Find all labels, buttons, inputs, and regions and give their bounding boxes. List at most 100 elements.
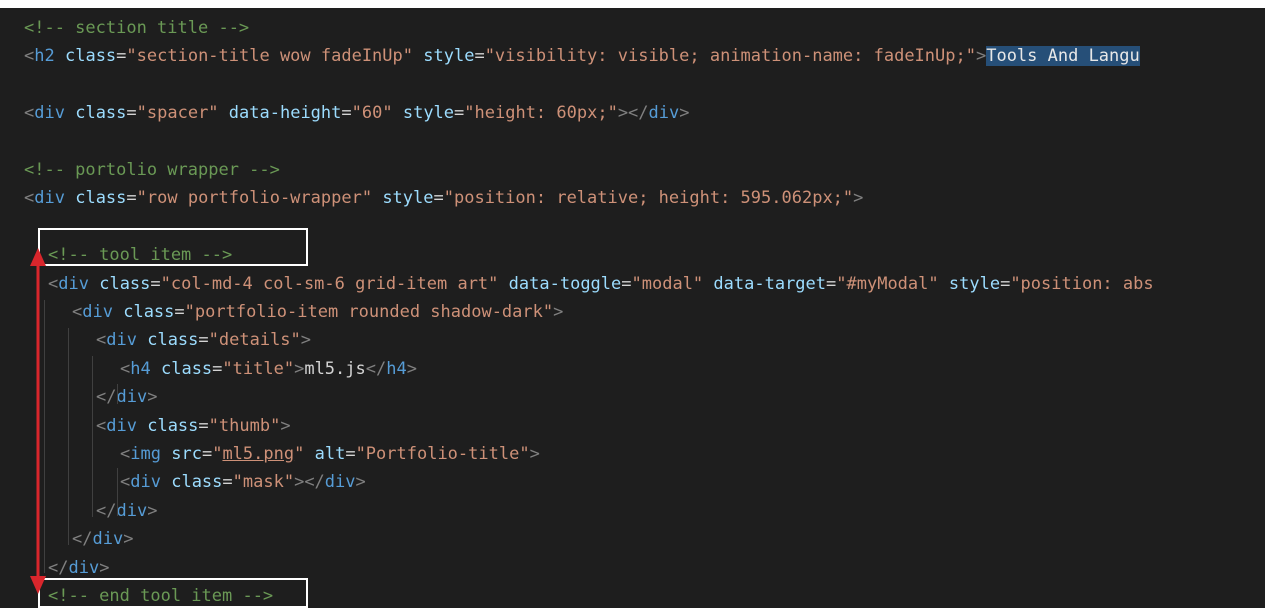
code-tag-name: h2 <box>34 46 55 67</box>
code-text: = <box>150 273 161 294</box>
code-tag-name: h4 <box>130 358 151 379</box>
code-attribute: style <box>948 273 1001 294</box>
code-line[interactable]: <img src="ml5.png" alt="Portfolio-title"… <box>0 440 1265 468</box>
code-attribute: src <box>171 444 202 464</box>
code-line[interactable]: <div class="spacer" data-height="60" sty… <box>0 99 1265 127</box>
code-tag-name: div <box>116 387 148 408</box>
code-line[interactable]: <div class="row portfolio-wrapper" style… <box>0 184 1265 212</box>
code-line[interactable]: <h2 class="section-title wow fadeInUp" s… <box>0 42 1265 70</box>
code-text: = <box>116 46 127 67</box>
code-line[interactable]: <div class="col-md-4 col-sm-6 grid-item … <box>0 270 1265 298</box>
code-string: "mask" <box>232 472 295 493</box>
code-attribute: data-toggle <box>508 273 622 294</box>
code-string: "row portfolio-wrapper" <box>136 188 373 209</box>
code-string: "portfolio-item rounded shadow-dark" <box>184 302 554 322</box>
code-attribute: style <box>423 46 475 67</box>
code-punctuation: > <box>147 387 158 408</box>
code-line[interactable]: </div> <box>0 497 1265 525</box>
code-punctuation: ></ <box>617 103 649 124</box>
code-line[interactable]: <h4 class="title">ml5.js</h4> <box>0 355 1265 383</box>
code-text: = <box>341 103 352 124</box>
code-line[interactable]: <div class="mask"></div> <box>0 468 1265 496</box>
code-text: = <box>126 103 137 124</box>
code-punctuation: > <box>853 188 864 209</box>
code-punctuation: > <box>123 529 134 550</box>
code-comment: <!-- portolio wrapper --> <box>24 160 280 180</box>
code-line[interactable]: <div class="portfolio-item rounded shado… <box>0 298 1265 326</box>
code-string: "visibility: visible; animation-name: fa… <box>484 46 976 67</box>
code-punctuation: > <box>529 444 540 464</box>
code-punctuation: < <box>72 302 83 322</box>
code-text: = <box>222 472 233 493</box>
code-comment: <!-- section title --> <box>24 18 250 38</box>
code-line[interactable]: <!-- section title --> <box>0 14 1265 42</box>
code-editor[interactable]: <!-- section title --> <h2 class="section… <box>0 8 1265 608</box>
code-tag-name: h4 <box>386 358 407 379</box>
code-tag-name: div <box>130 472 161 493</box>
code-text: = <box>198 415 209 436</box>
code-attribute: data-height <box>228 103 342 124</box>
code-attribute: class <box>123 302 175 322</box>
code-line[interactable] <box>0 71 1265 99</box>
code-line-content: <div class="spacer" data-height="60" sty… <box>24 99 690 127</box>
code-line-content: </div> <box>96 383 157 411</box>
code-string: "position: relative; height: 595.062px;" <box>443 188 854 209</box>
code-string: " <box>294 444 305 464</box>
code-string: "60" <box>351 103 393 124</box>
code-tag-name: div <box>92 529 124 550</box>
code-line-content: <div class="col-md-4 col-sm-6 grid-item … <box>48 270 1154 298</box>
code-line-content: <div class="row portfolio-wrapper" style… <box>24 184 863 212</box>
code-line[interactable]: <!-- portolio wrapper --> <box>0 156 1265 184</box>
code-punctuation: > <box>679 103 690 124</box>
code-line[interactable]: <div class="details"> <box>0 326 1265 354</box>
code-punctuation: < <box>120 472 131 493</box>
code-line-content: <h4 class="title">ml5.js</h4> <box>120 355 417 383</box>
code-tag-name: div <box>34 103 65 124</box>
code-line-content: <!-- portolio wrapper --> <box>24 156 280 184</box>
code-string: "section-title wow fadeInUp" <box>126 46 413 67</box>
code-punctuation: < <box>24 103 35 124</box>
code-line[interactable]: </div> <box>0 383 1265 411</box>
code-string: "details" <box>208 330 301 351</box>
code-attribute: class <box>147 415 199 436</box>
highlight-box-tool-item <box>38 228 308 266</box>
indent-guide <box>117 468 118 516</box>
code-string: "Portfolio-title" <box>355 444 530 464</box>
code-line-content: <!-- section title --> <box>24 14 249 42</box>
code-tag-name: div <box>68 557 100 578</box>
code-string-link: ml5.png <box>222 444 295 464</box>
code-text: = <box>474 46 485 67</box>
code-line-content: </div> <box>96 497 157 525</box>
code-text: = <box>201 444 213 464</box>
code-tag-name: div <box>324 472 356 493</box>
code-punctuation: ></ <box>294 472 325 493</box>
code-text: = <box>345 444 356 464</box>
code-line-content: </div> <box>72 525 133 553</box>
code-line[interactable]: </div> <box>0 525 1265 553</box>
code-attribute: class <box>160 358 213 379</box>
code-line-content: <img src="ml5.png" alt="Portfolio-title"… <box>120 440 540 468</box>
code-line[interactable] <box>0 128 1265 156</box>
code-text: ml5.js <box>304 358 366 379</box>
code-tag-name: img <box>130 444 161 464</box>
code-string: "height: 60px;" <box>464 103 618 124</box>
code-punctuation: < <box>48 273 59 294</box>
code-line-content: <div class="details"> <box>96 326 311 354</box>
code-line[interactable]: <div class="thumb"> <box>0 412 1265 440</box>
code-text: = <box>212 358 223 379</box>
code-text: = <box>174 302 185 322</box>
code-attribute: data-target <box>713 273 827 294</box>
code-string: "col-md-4 col-sm-6 grid-item art" <box>160 273 499 294</box>
code-string: "spacer" <box>136 103 219 124</box>
code-attribute: class <box>171 472 223 493</box>
